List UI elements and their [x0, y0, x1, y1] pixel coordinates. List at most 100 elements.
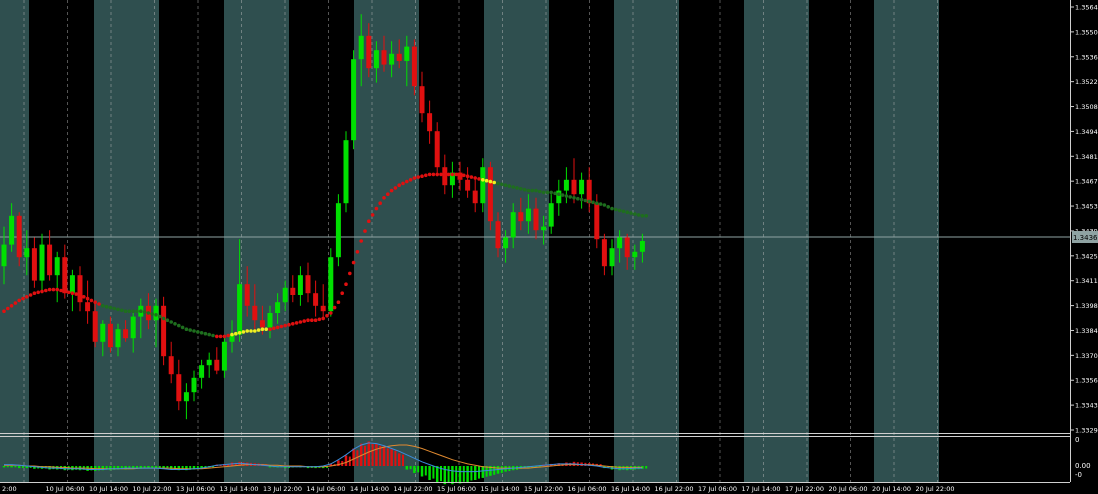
moving-average-dot [454, 172, 459, 177]
price-tick-label: 1.35365 [1075, 53, 1098, 61]
moving-average-dot [355, 250, 360, 254]
candle-body [252, 305, 258, 321]
moving-average-dot [287, 322, 291, 327]
moving-average-dot [541, 190, 546, 195]
moving-average-dot [522, 187, 527, 192]
moving-average-dot [215, 334, 219, 339]
moving-average-dot [450, 172, 455, 177]
candle-body [465, 179, 471, 191]
moving-average-dot [564, 194, 569, 198]
candle-body [54, 257, 60, 276]
candle-body [594, 203, 600, 240]
price-tick-label: 1.35500 [1075, 28, 1098, 36]
moving-average-dot [123, 309, 128, 314]
moving-average-dot [393, 186, 398, 190]
candle-body [92, 311, 98, 342]
session-band [224, 0, 289, 482]
candle-body [123, 329, 129, 339]
session-band [354, 0, 419, 482]
moving-average-dot [503, 183, 508, 187]
time-tick-label: 20 Jul 22:00 [916, 485, 955, 493]
moving-average-dot [340, 291, 345, 296]
moving-average-dot [279, 324, 284, 329]
candle-body [24, 248, 30, 258]
candle-body [525, 208, 531, 222]
time-tick-label: 16 Jul 14:00 [611, 485, 650, 493]
moving-average-dot [306, 318, 310, 323]
moving-average-dot [363, 229, 367, 233]
candle-body [343, 140, 349, 204]
candle-body [328, 257, 334, 312]
moving-average-dot [435, 172, 440, 177]
moving-average-dot [568, 195, 572, 199]
moving-average-dot [636, 213, 641, 217]
moving-average-dot [188, 328, 192, 332]
candle-body [495, 221, 501, 249]
price-scale[interactable] [1070, 0, 1098, 494]
moving-average-dot [97, 302, 101, 306]
candle-body [221, 341, 227, 371]
moving-average-dot [173, 322, 177, 326]
moving-average-dot [150, 312, 154, 316]
moving-average-dot [325, 313, 329, 318]
moving-average-dot [526, 188, 531, 193]
moving-average-dot [63, 289, 67, 294]
moving-average-dot [534, 188, 538, 193]
moving-average-dot [9, 304, 14, 308]
moving-average-dot [82, 295, 86, 299]
chart-canvas[interactable]: 1.35640 1.35500 1.35365 1.35225 1.35085 1.349… [0, 0, 1098, 494]
moving-average-dot [230, 332, 234, 337]
price-tick-label: 1.34115 [1075, 277, 1098, 285]
moving-average-dot [427, 172, 432, 177]
moving-average-dot [294, 321, 299, 325]
price-tick-label: 1.34945 [1075, 128, 1098, 136]
moving-average-dot [587, 199, 591, 204]
moving-average-dot [405, 179, 409, 184]
moving-average-dot [207, 332, 211, 337]
moving-average-dot [625, 210, 629, 214]
time-tick-label: 13 Jul 06:00 [176, 485, 215, 493]
moving-average-dot [500, 182, 504, 187]
moving-average-dot [131, 309, 135, 314]
candle-body [503, 237, 509, 249]
time-tick-label: 16 Jul 06:00 [568, 485, 607, 493]
price-tick-label: 1.34810 [1075, 153, 1098, 161]
moving-average-dot [408, 178, 413, 182]
candle-body [206, 359, 212, 366]
moving-average-dot [253, 329, 257, 333]
moving-average-dot [329, 311, 333, 315]
candle-body [427, 113, 433, 132]
candle-body [442, 167, 448, 186]
session-band [874, 0, 939, 482]
candle-body [579, 179, 585, 195]
moving-average-dot [161, 316, 166, 321]
moving-average-dot [351, 260, 356, 265]
moving-average-dot [553, 191, 557, 196]
moving-average-dot [557, 192, 561, 196]
candle-body [510, 212, 516, 238]
moving-average-dot [25, 295, 29, 299]
price-tick-label: 1.33430 [1075, 402, 1098, 410]
candle-body [541, 226, 547, 231]
candle-body [115, 329, 121, 348]
candle-body [199, 365, 205, 378]
moving-average-dot [70, 291, 75, 296]
time-tick-label: 20 Jul 14:00 [872, 485, 911, 493]
candle-body [366, 35, 372, 69]
moving-average-dot [222, 334, 227, 339]
moving-average-dot [511, 185, 515, 189]
candle-body [305, 275, 311, 294]
moving-average-dot [591, 200, 595, 205]
moving-average-dot [89, 298, 94, 303]
moving-average-dot [313, 318, 318, 323]
price-tick-label: 1.34530 [1075, 203, 1098, 211]
moving-average-dot [112, 306, 116, 311]
moving-average-dot [85, 296, 90, 301]
moving-average-dot [59, 288, 63, 293]
moving-average-dot [154, 313, 158, 317]
moving-average-dot [382, 196, 386, 200]
moving-average-dot [203, 331, 208, 336]
moving-average-dot [469, 175, 474, 179]
moving-average-dot [275, 325, 280, 330]
candle-body [259, 320, 265, 328]
